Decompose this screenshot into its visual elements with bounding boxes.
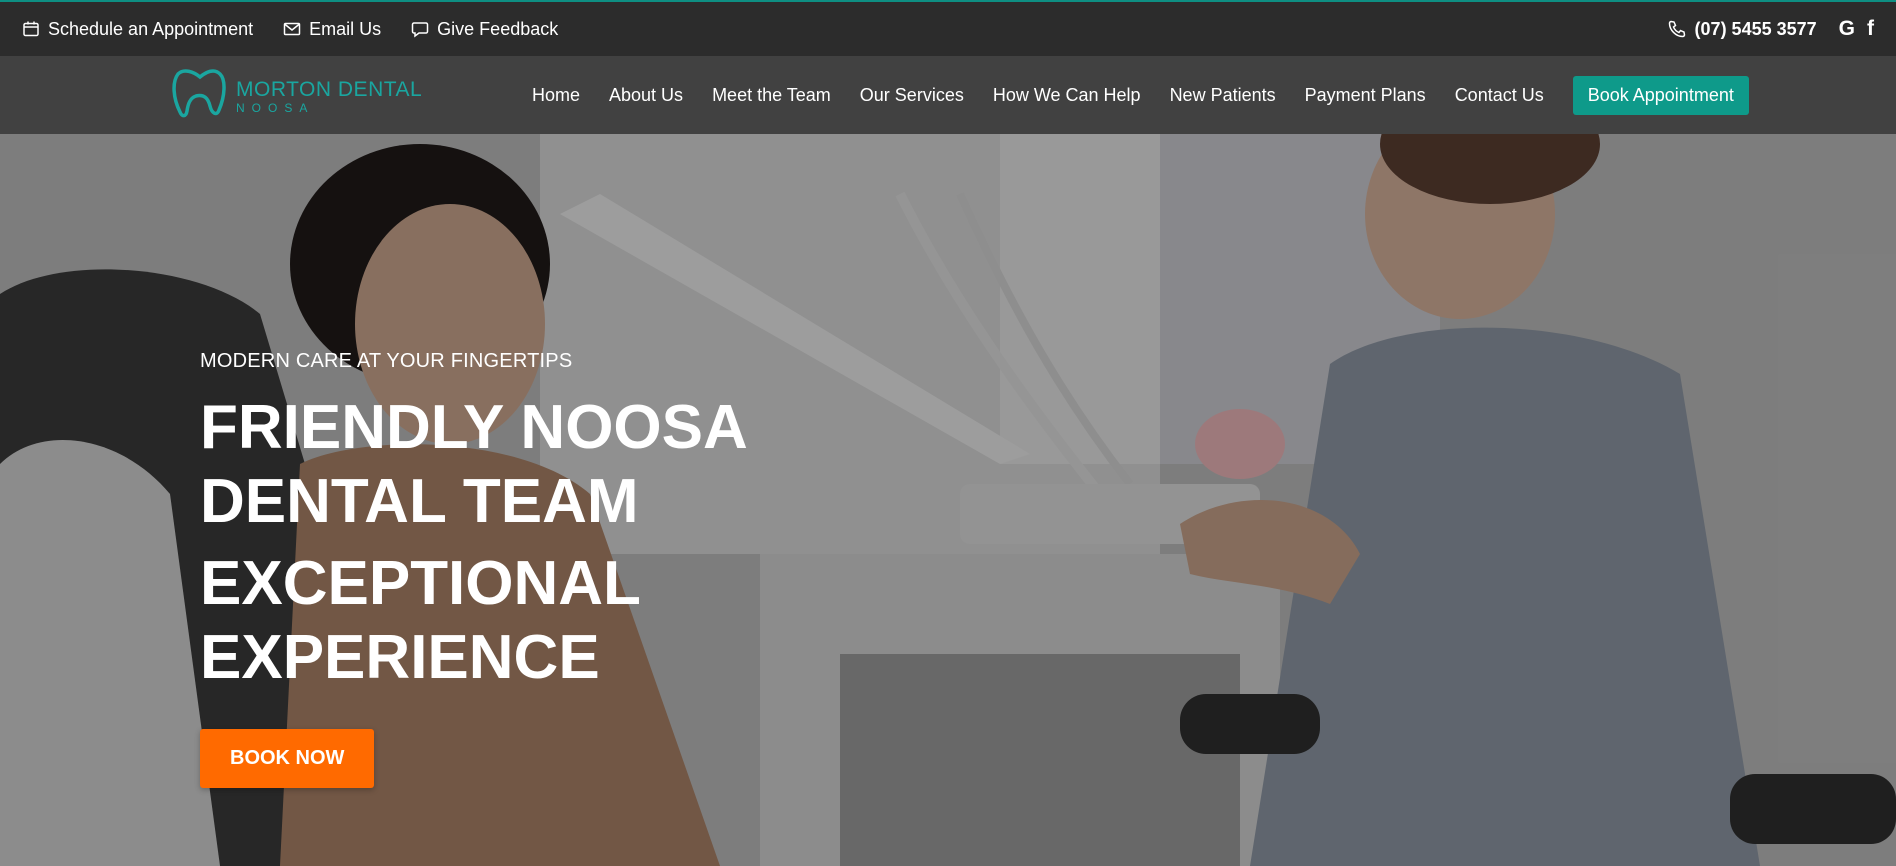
- nav-item-meet-the-team[interactable]: Meet the Team: [712, 85, 831, 106]
- nav-item-about-us[interactable]: About Us: [609, 85, 683, 106]
- nav-item-how-we-can-help[interactable]: How We Can Help: [993, 85, 1141, 106]
- utility-bar: Schedule an Appointment Email Us Give Fe…: [0, 0, 1896, 56]
- google-icon[interactable]: G: [1839, 17, 1855, 41]
- phone-icon: [1668, 20, 1685, 38]
- utility-links: Schedule an Appointment Email Us Give Fe…: [22, 19, 558, 40]
- logo-title: MORTON DENTAL: [236, 78, 423, 101]
- tooth-logo-icon: [170, 68, 230, 125]
- phone-link[interactable]: (07) 5455 3577: [1667, 19, 1817, 40]
- hero-subheadline: EXCEPTIONAL EXPERIENCE: [200, 549, 640, 692]
- nav-item-contact-us[interactable]: Contact Us: [1455, 85, 1544, 106]
- nav-item-payment-plans[interactable]: Payment Plans: [1305, 85, 1426, 106]
- nav-item-our-services[interactable]: Our Services: [860, 85, 964, 106]
- social-links: G f: [1839, 17, 1874, 41]
- give-feedback-link[interactable]: Give Feedback: [411, 19, 558, 40]
- chat-icon: [411, 22, 429, 38]
- schedule-appointment-link[interactable]: Schedule an Appointment: [22, 19, 253, 40]
- hero-eyebrow: MODERN CARE AT YOUR FINGERTIPS: [200, 350, 573, 372]
- book-appointment-button[interactable]: Book Appointment: [1572, 75, 1749, 115]
- logo-subtitle: NOOSA: [236, 101, 315, 115]
- site-logo[interactable]: MORTON DENTAL NOOSA: [170, 68, 422, 125]
- facebook-icon[interactable]: f: [1867, 17, 1874, 41]
- give-feedback-label: Give Feedback: [437, 18, 559, 39]
- main-navbar: MORTON DENTAL NOOSA Home About Us Meet t…: [0, 56, 1896, 134]
- phone-number: (07) 5455 3577: [1694, 18, 1817, 39]
- hero-section: MODERN CARE AT YOUR FINGERTIPS FRIENDLY …: [0, 134, 1896, 866]
- book-now-button[interactable]: BOOK NOW: [200, 729, 375, 788]
- logo-wordmark: MORTON DENTAL NOOSA: [236, 79, 422, 114]
- hero-headline: FRIENDLY NOOSA DENTAL TEAM: [200, 393, 746, 536]
- email-us-link[interactable]: Email Us: [283, 19, 381, 40]
- nav-item-new-patients[interactable]: New Patients: [1170, 85, 1276, 106]
- calendar-icon: [23, 21, 39, 37]
- nav-menu: Home About Us Meet the Team Our Services…: [532, 56, 1749, 134]
- envelope-icon: [283, 22, 301, 36]
- utility-right: (07) 5455 3577 G f: [1667, 17, 1874, 41]
- email-us-label: Email Us: [309, 18, 382, 39]
- nav-item-home[interactable]: Home: [532, 85, 580, 106]
- schedule-appointment-label: Schedule an Appointment: [48, 18, 254, 39]
- hero-content: MODERN CARE AT YOUR FINGERTIPS FRIENDLY …: [200, 350, 820, 788]
